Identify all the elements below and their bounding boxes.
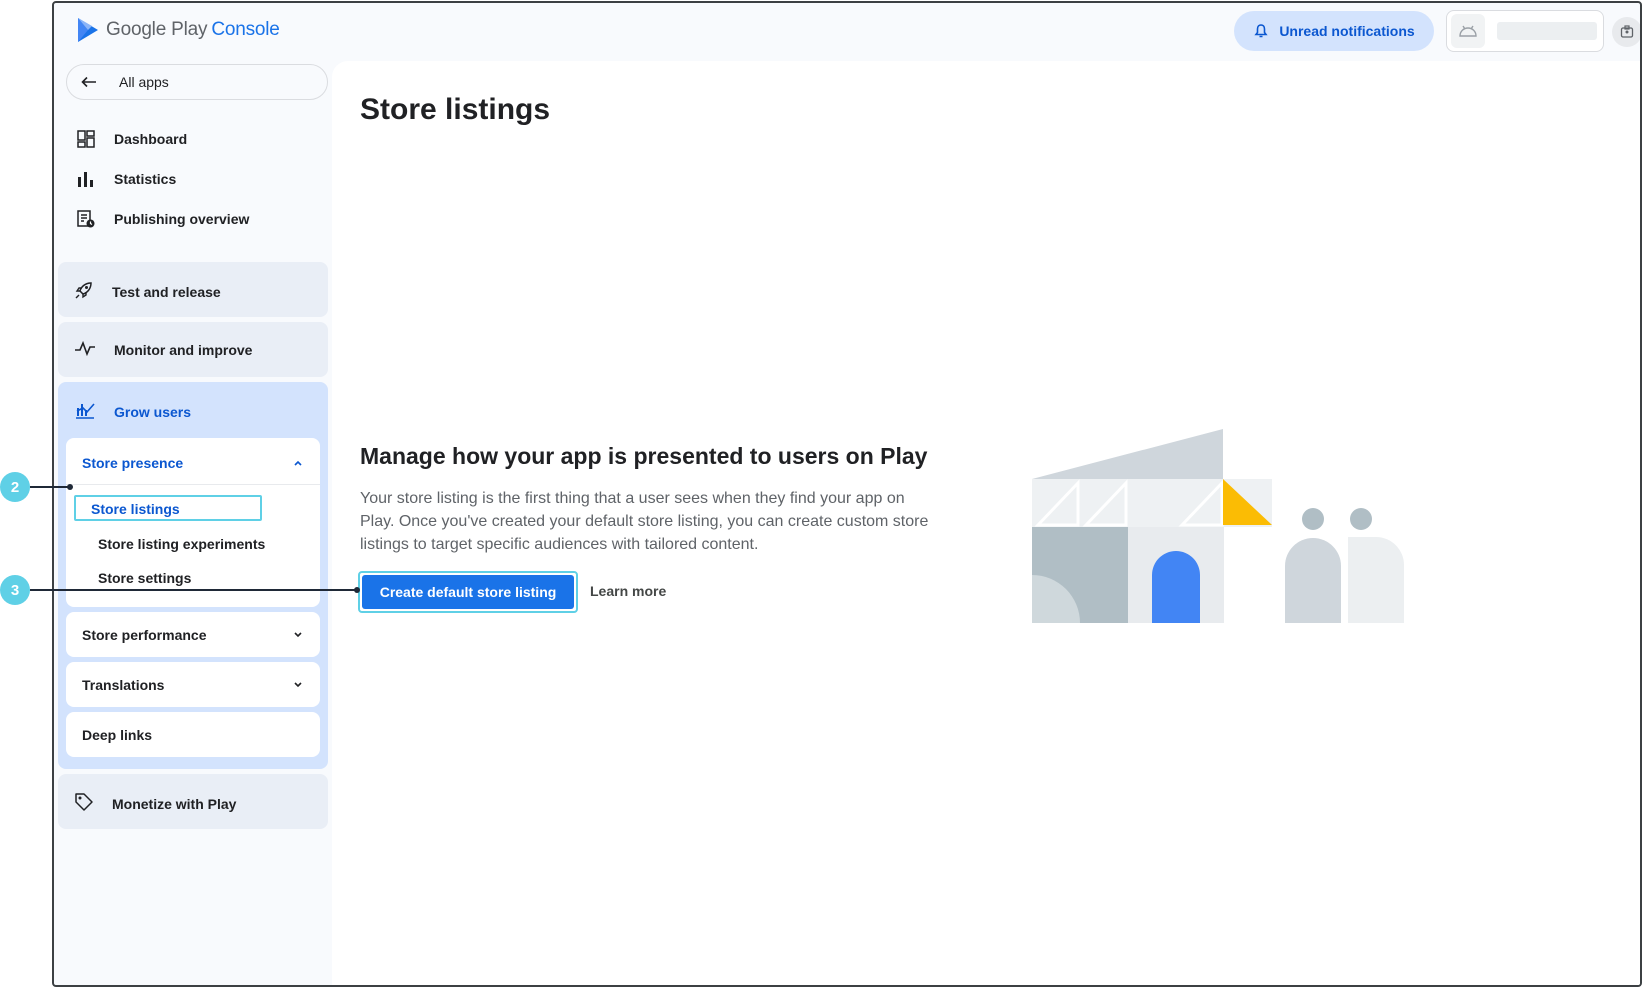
sidebar-item-dashboard[interactable]: Dashboard — [76, 129, 187, 149]
section-header: Monitor and improve — [74, 340, 252, 359]
pulse-icon — [74, 340, 96, 359]
section-header: Test and release — [74, 280, 221, 303]
sidebar-item-label: Statistics — [114, 171, 177, 187]
grow-users-icon — [74, 400, 96, 423]
brand-product: Console — [211, 19, 280, 40]
empty-state-heading: Manage how your app is presented to user… — [360, 443, 928, 469]
callout-2-line — [30, 486, 70, 488]
create-default-store-listing-button[interactable]: Create default store listing — [362, 575, 574, 609]
top-bar: Google Play Console Unread notifications — [54, 3, 1640, 61]
unread-notifications-button[interactable]: Unread notifications — [1234, 11, 1434, 51]
chevron-up-icon[interactable] — [292, 457, 304, 469]
sidebar-item-label: Dashboard — [114, 131, 188, 147]
sidebar-item-store-listing-experiments[interactable]: Store listing experiments — [98, 536, 265, 552]
sidebar-item-label: Publishing overview — [114, 211, 250, 227]
sidebar-item-store-listings[interactable]: Store listings — [74, 495, 262, 521]
store-illustration — [1032, 429, 1404, 623]
sidebar-item-deep-links[interactable]: Deep links — [66, 712, 320, 757]
dashboard-icon — [76, 129, 96, 149]
store-performance-label: Store performance — [82, 627, 207, 643]
sidebar-section-grow-users: Grow users Store presence Store listings… — [58, 382, 328, 769]
tag-icon — [74, 792, 94, 815]
rocket-icon — [74, 280, 94, 303]
grow-users-header[interactable]: Grow users — [74, 400, 191, 423]
section-label: Monetize with Play — [112, 795, 237, 812]
callout-3-line — [30, 589, 358, 591]
app-selector[interactable] — [1446, 10, 1604, 52]
empty-state-description: Your store listing is the first thing th… — [360, 490, 929, 553]
callout-2-dot — [67, 484, 73, 490]
all-apps-label: All apps — [119, 74, 169, 90]
section-label: Grow users — [114, 403, 192, 420]
translations-label: Translations — [82, 677, 165, 693]
translations-group[interactable]: Translations — [66, 662, 320, 707]
sidebar-item-store-settings[interactable]: Store settings — [98, 570, 191, 586]
main-content: Store listings Manage how your app is pr… — [332, 61, 1640, 985]
chevron-down-icon — [294, 682, 302, 688]
notifications-label: Unread notifications — [1279, 23, 1415, 39]
store-presence-toggle[interactable]: Store presence — [82, 455, 183, 471]
callout-3: 3 — [0, 575, 30, 605]
android-app-icon — [1451, 14, 1485, 48]
publishing-icon — [76, 209, 96, 229]
app-name-redacted — [1497, 22, 1597, 40]
console-window: Google Play Console Unread notifications — [52, 1, 1642, 987]
section-label: Monitor and improve — [114, 341, 253, 358]
google-play-console-logo[interactable]: Google Play Console — [76, 17, 280, 43]
divider — [66, 484, 320, 485]
sidebar-section-monetize-with-play[interactable]: Monetize with Play — [58, 774, 328, 829]
brand-name: Google Play — [106, 19, 208, 40]
callout-2: 2 — [0, 472, 30, 502]
store-performance-group[interactable]: Store performance — [66, 612, 320, 657]
section-label: Test and release — [112, 283, 221, 300]
developer-account-icon[interactable] — [1612, 17, 1640, 47]
arrow-back-icon — [81, 76, 96, 88]
bar-chart-icon — [76, 169, 96, 189]
notification-bell-icon — [1254, 24, 1268, 38]
sidebar-item-statistics[interactable]: Statistics — [76, 169, 176, 189]
sidebar-section-monitor-and-improve[interactable]: Monitor and improve — [58, 322, 328, 377]
play-logo-icon — [78, 18, 98, 42]
sidebar-section-test-and-release[interactable]: Test and release — [58, 262, 328, 317]
callout-3-dot — [354, 587, 360, 593]
section-header: Monetize with Play — [74, 792, 236, 815]
page-title: Store listings — [360, 93, 551, 126]
learn-more-link[interactable]: Learn more — [590, 583, 666, 599]
deep-links-label: Deep links — [82, 727, 153, 743]
sidebar-item-publishing-overview[interactable]: Publishing overview — [76, 209, 249, 229]
all-apps-button[interactable]: All apps — [66, 64, 328, 100]
store-presence-group: Store presence Store listings Store list… — [66, 438, 320, 607]
chevron-down-icon — [294, 632, 302, 638]
create-button-highlight: Create default store listing — [358, 571, 578, 613]
